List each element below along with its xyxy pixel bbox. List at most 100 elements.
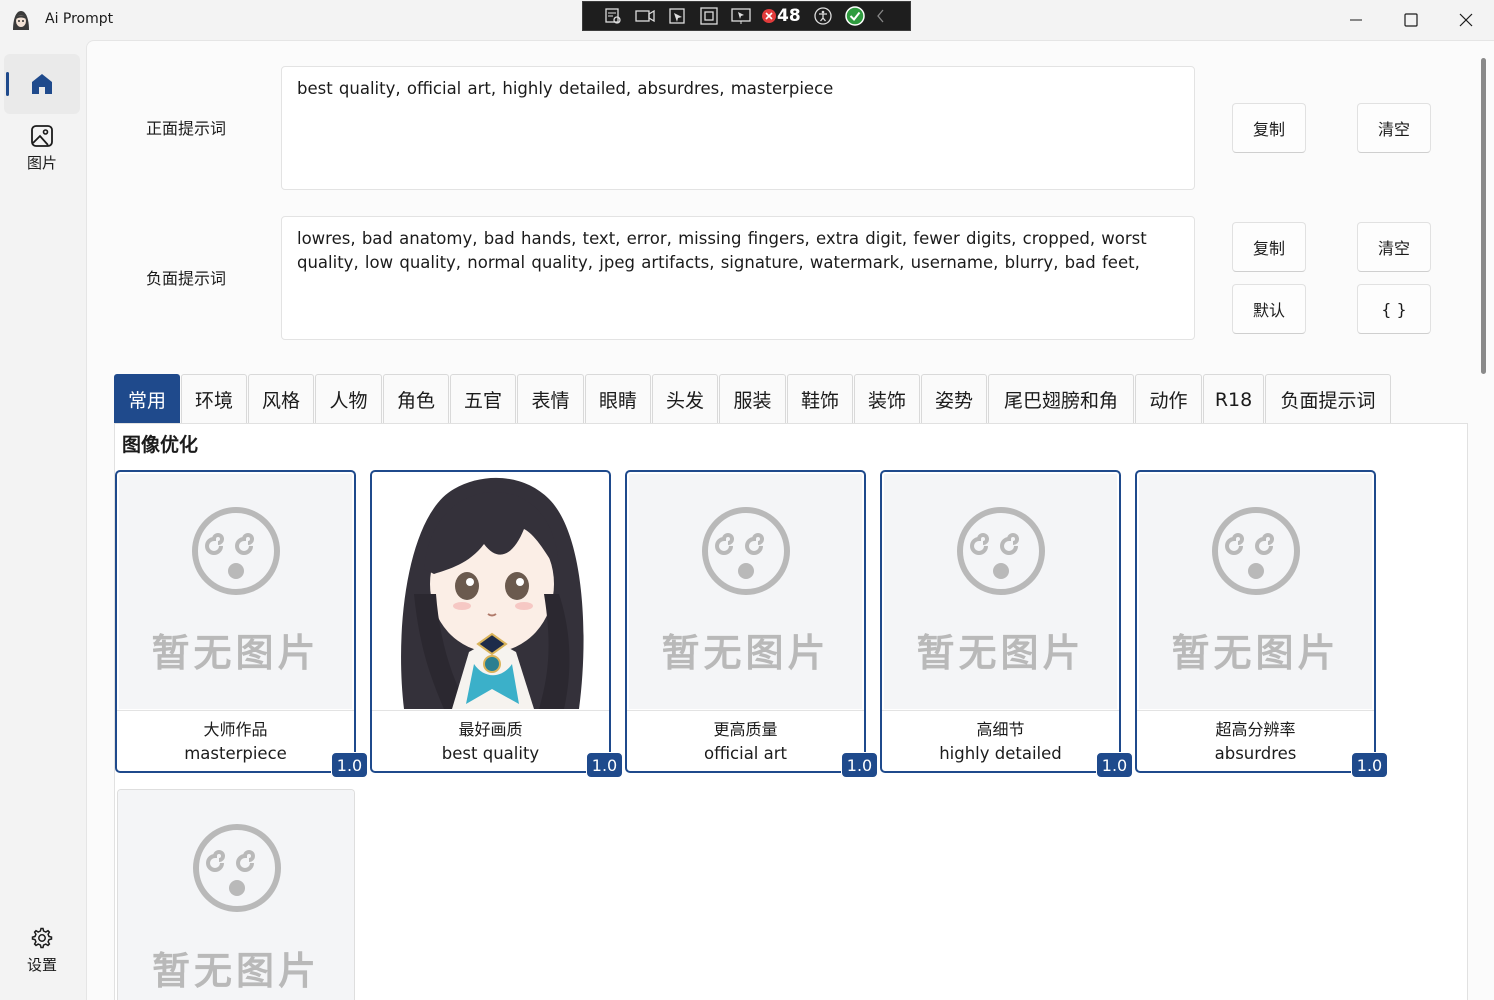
card-image-placeholder: 暂无图片 [629,474,862,709]
tab-clothing[interactable]: 服装 [719,374,786,424]
tab-facial-features[interactable]: 五官 [450,374,516,424]
negative-braces-button[interactable]: { } [1357,284,1431,334]
tab-accessories[interactable]: 装饰 [854,374,920,424]
negative-prompt-textbox[interactable]: lowres, bad anatomy, bad hands, text, er… [281,216,1195,340]
positive-prompt-label: 正面提示词 [146,119,227,138]
debug-toolbar: 48 [582,1,911,31]
vertical-scrollbar[interactable] [1481,58,1486,374]
card-weight-badge[interactable]: 1.0 [586,752,623,778]
accessibility-icon[interactable] [807,1,839,31]
nav-item-settings-label: 设置 [26,955,57,974]
tab-shoes[interactable]: 鞋饰 [787,374,853,424]
prompt-card[interactable]: 暂无图片 大师作品 masterpiece 1.0 [115,470,368,778]
prompt-card[interactable]: 暂无图片 高细节 highly detailed 1.0 [880,470,1133,778]
card-english-label: absurdres [1214,744,1297,763]
close-button[interactable] [1438,0,1494,40]
positive-prompt-textbox[interactable]: best quality, official art, highly detai… [281,66,1195,190]
tab-action[interactable]: 动作 [1135,374,1202,424]
card-divider [117,710,354,711]
card-weight-badge[interactable]: 1.0 [841,752,878,778]
card-image-placeholder: 暂无图片 [118,790,354,1000]
no-image-text: 暂无图片 [916,631,1085,675]
video-icon[interactable] [629,1,661,31]
display-layout-adorners-icon[interactable] [693,1,725,31]
anime-girl-illustration [401,477,584,709]
category-tabs: 常用 环境 风格 人物 角色 五官 表情 眼睛 头发 服装 鞋饰 装饰 姿势 尾… [114,374,1392,424]
card-chinese-label: 高细节 [976,720,1025,739]
card-english-label: official art [703,744,787,763]
prompt-card[interactable]: 最好画质 best quality 1.0 [370,470,623,778]
no-image-text: 暂无图片 [661,631,830,675]
maximize-button[interactable] [1383,0,1439,40]
card-chinese-label: 超高分辨率 [1215,720,1296,739]
section-title: 图像优化 [122,434,199,456]
card-image-placeholder: 暂无图片 [884,474,1117,709]
prompt-card[interactable]: 暂无图片 超高分辨率 absurdres 1.0 [1135,470,1388,778]
live-visual-tree-icon[interactable] [597,1,629,31]
card-weight-badge[interactable]: 1.0 [331,752,368,778]
check-ok-icon[interactable] [839,1,871,31]
home-icon [32,74,52,94]
dizzy-face-icon [1212,507,1300,595]
dizzy-face-icon [957,507,1045,595]
tab-eyes[interactable]: 眼睛 [585,374,651,424]
tab-character[interactable]: 角色 [383,374,449,424]
track-focus-icon[interactable] [725,1,757,31]
card-image-placeholder: 暂无图片 [119,474,352,709]
card-weight-badge[interactable]: 1.0 [1351,752,1388,778]
close-icon [1459,13,1473,27]
image-icon [31,124,53,147]
dizzy-face-icon [702,507,790,595]
maximize-icon [1404,13,1418,27]
tab-expression[interactable]: 表情 [517,374,584,424]
tab-r18[interactable]: R18 [1203,374,1264,424]
negative-copy-button[interactable]: 复制 [1232,222,1306,272]
app-logo-icon [10,9,32,31]
negative-default-button[interactable]: 默认 [1232,284,1306,334]
nav-item-home[interactable] [4,54,80,114]
collapse-toolbar-icon[interactable] [871,1,891,31]
card-divider [372,710,609,711]
tab-people[interactable]: 人物 [315,374,382,424]
binding-failures-count: 48 [777,6,801,26]
card-weight-badge[interactable]: 1.0 [1096,752,1133,778]
card-english-label: best quality [441,744,540,763]
select-element-icon[interactable] [661,1,693,31]
negative-clear-button[interactable]: 清空 [1357,222,1431,272]
card-english-label: highly detailed [939,744,1062,763]
positive-copy-button[interactable]: 复制 [1232,103,1306,153]
card-divider [627,710,864,711]
tab-pose[interactable]: 姿势 [921,374,987,424]
navigation-pane: 图片 设置 [0,40,86,1000]
nav-selection-indicator [6,72,9,96]
card-chinese-label: 大师作品 [203,720,268,739]
tab-environment[interactable]: 环境 [181,374,247,424]
card-divider [882,710,1119,711]
no-image-text: 暂无图片 [1171,631,1340,675]
nav-item-settings[interactable]: 设置 [4,920,80,980]
nav-item-images[interactable]: 图片 [4,118,80,178]
tab-negative-prompt[interactable]: 负面提示词 [1265,374,1391,424]
minimize-button[interactable] [1328,0,1384,40]
card-image [374,474,607,709]
positive-clear-button[interactable]: 清空 [1357,103,1431,153]
card-image-placeholder: 暂无图片 [1139,474,1372,709]
card-divider [1137,710,1374,711]
no-image-text: 暂无图片 [151,949,320,993]
card-english-label: masterpiece [184,744,287,763]
dizzy-face-icon [193,824,281,912]
negative-prompt-label: 负面提示词 [146,269,227,288]
dizzy-face-icon [192,507,280,595]
prompt-card[interactable]: 暂无图片 更高质量 official art 1.0 [625,470,878,778]
tab-common[interactable]: 常用 [114,374,180,424]
no-image-text: 暂无图片 [151,631,320,675]
tab-style[interactable]: 风格 [248,374,314,424]
minimize-icon [1350,19,1362,21]
nav-item-images-label: 图片 [26,153,57,172]
card-chinese-label: 最好画质 [458,720,523,739]
card-chinese-label: 更高质量 [713,720,778,739]
tab-hair[interactable]: 头发 [652,374,718,424]
app-title: Ai Prompt [45,11,114,27]
tab-tail-wings-horns[interactable]: 尾巴翅膀和角 [988,374,1134,424]
prompt-card[interactable]: 暂无图片 [117,789,355,1000]
